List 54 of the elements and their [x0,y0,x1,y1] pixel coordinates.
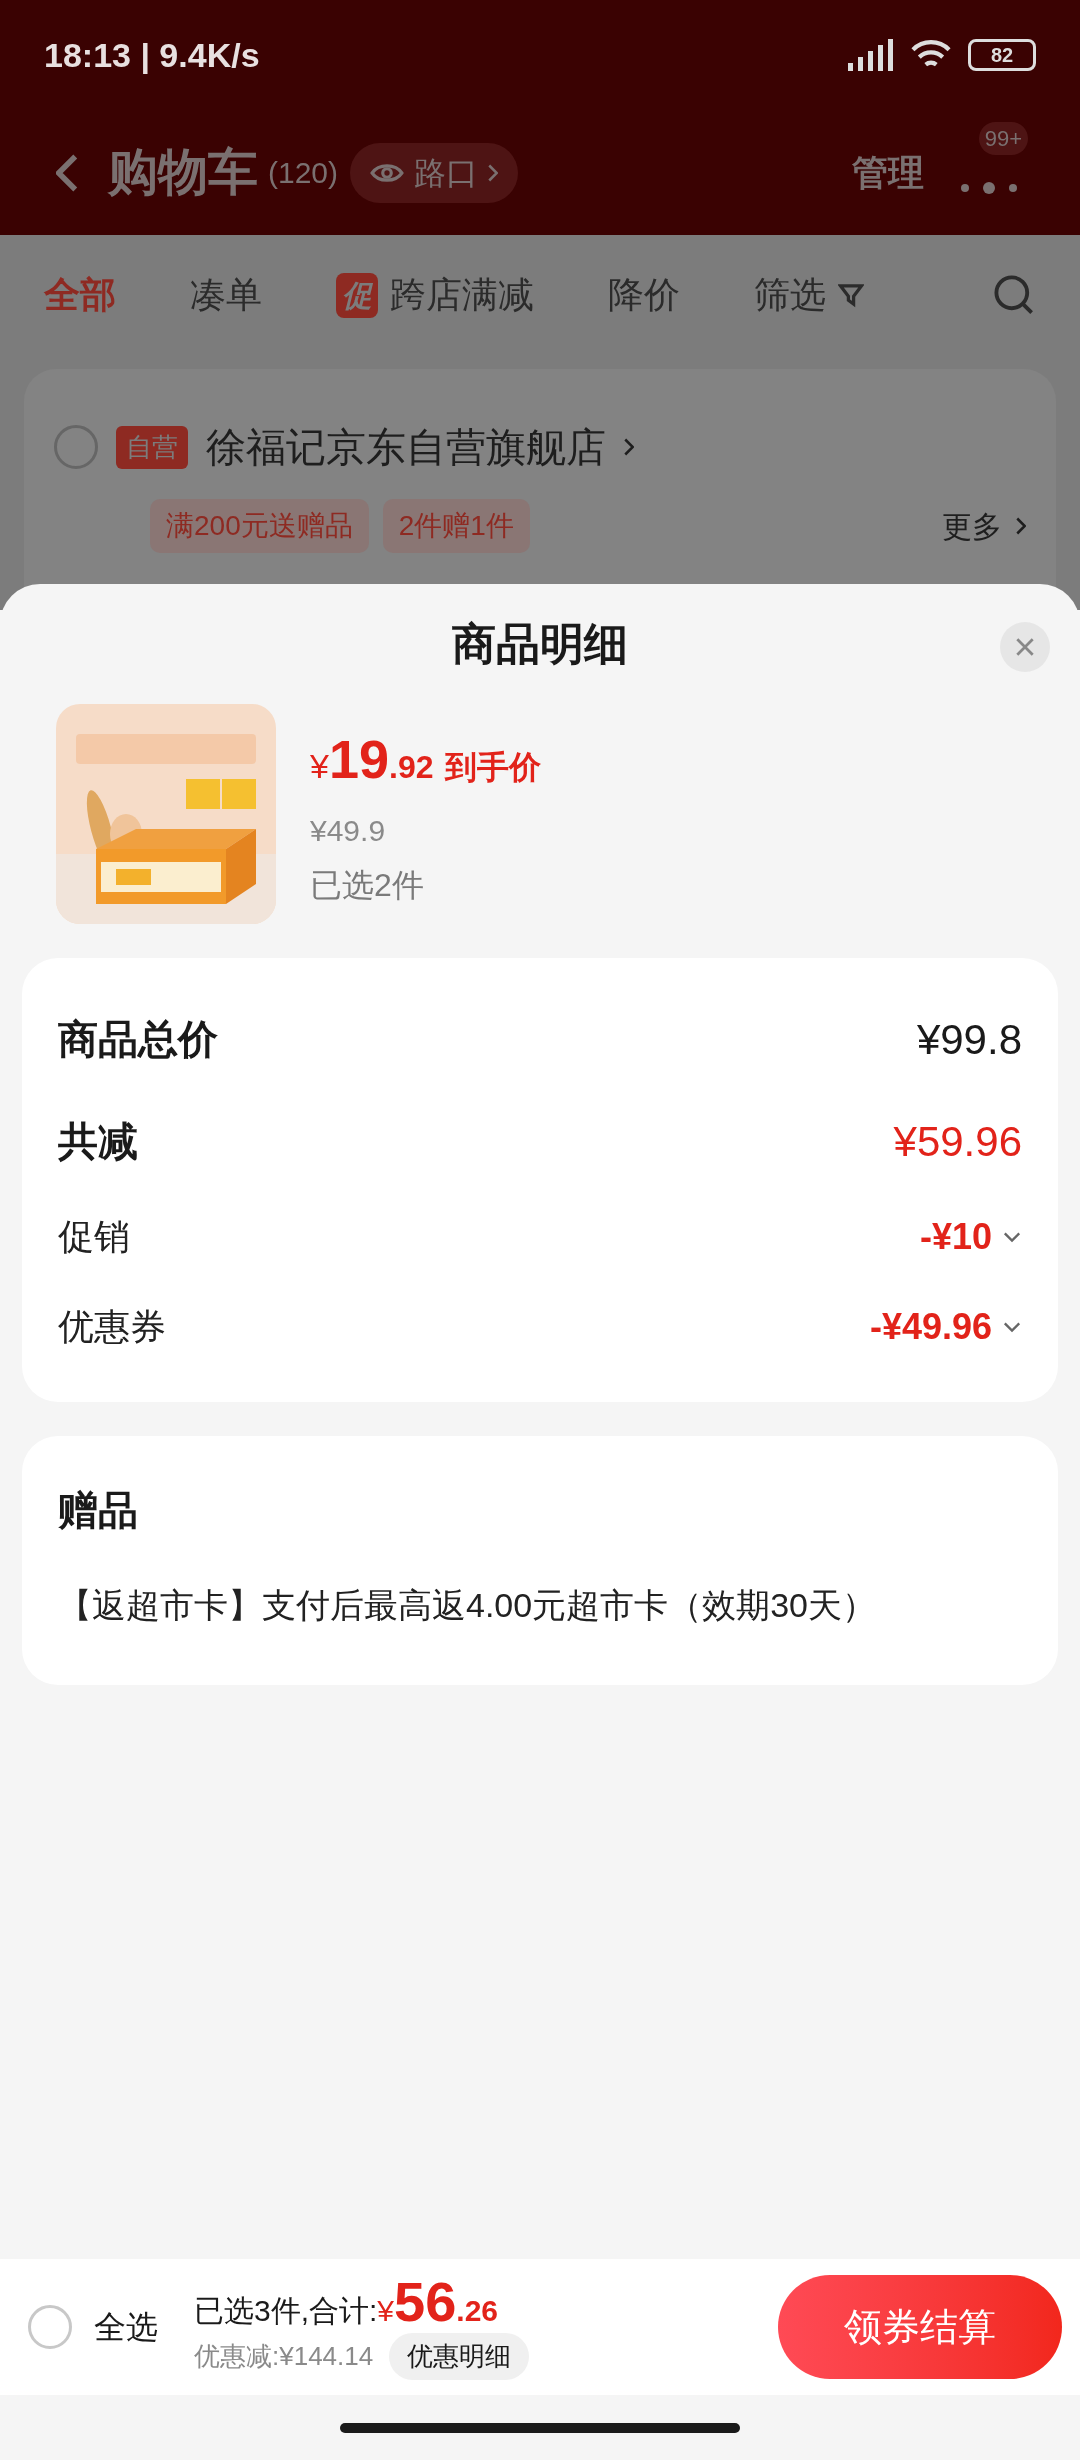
selection-summary: 已选3件,合计: [194,2293,378,2329]
promo-chip[interactable]: 2件赠1件 [382,499,530,553]
summary-label: 优惠券 [58,1305,166,1349]
checkbox[interactable] [54,425,98,469]
close-icon [1014,636,1036,658]
manage-button[interactable]: 管理 [852,145,924,200]
location-label: 路口 [414,153,479,193]
chevron-icon [1016,517,1026,535]
gift-item: 【返超市卡】支付后最高返4.00元超市卡（效期30天） [58,1585,877,1626]
summary-value: -¥10 [919,1215,992,1259]
location-chip[interactable]: 路口 [350,142,519,203]
more-link[interactable]: 更多 [942,503,1002,549]
home-indicator[interactable] [340,2422,740,2433]
summary-label: 商品总价 [58,1016,218,1063]
tab[interactable]: 筛选 [754,268,864,322]
message-badge: 99+ [978,121,1028,155]
search-icon[interactable] [992,273,1036,317]
summary-value: ¥99.8 [916,1014,1022,1065]
gift-title: 赠品 [58,1487,139,1534]
close-button[interactable] [1000,622,1050,672]
selected-count: 已选2件 [310,866,425,905]
chevron-icon [488,163,499,182]
tab[interactable]: 全部 [44,268,116,322]
battery-level: 82 [990,45,1014,65]
sheet-title: 商品明细 [452,618,628,670]
cart-count: (120) [268,155,339,191]
store-name[interactable]: 徐福记京东自营旗舰店 [206,417,606,477]
tab[interactable]: 降价 [608,268,680,322]
original-price: ¥49.9 [310,813,387,849]
page-title: 购物车 [108,143,258,202]
self-operated-tag: 自营 [116,425,188,469]
summary-label: 共减 [58,1118,138,1165]
chevron-down-icon[interactable] [1002,1321,1022,1333]
tab[interactable]: 凑单 [190,268,262,322]
total-price: ¥56.26 [377,2274,499,2333]
back-icon [56,152,78,193]
select-all-label[interactable]: 全选 [94,2303,158,2351]
checkbox[interactable] [28,2305,72,2349]
chevron-icon [624,437,634,457]
promo-chip[interactable]: 满200元送赠品 [150,499,369,553]
summary-value: -¥49.96 [869,1305,992,1349]
discount-total: 优惠减:¥144.14 [194,2340,374,2373]
more-icon[interactable] [959,181,1019,194]
discount-details-button[interactable]: 优惠明细 [389,2333,530,2380]
chevron-down-icon[interactable] [1002,1231,1022,1243]
tab[interactable]: 促 跨店满减 [336,268,534,322]
summary-label: 促销 [58,1215,130,1259]
final-price: ¥19.92 到手价 [310,728,542,791]
checkout-button[interactable]: 领券结算 [778,2275,1062,2379]
summary-value: ¥59.96 [893,1116,1022,1167]
promo-tag: 促 [336,272,378,318]
signal-icon [846,39,894,71]
status-time: 18:13 | 9.4K/s [44,34,260,76]
filter-icon [838,282,864,308]
